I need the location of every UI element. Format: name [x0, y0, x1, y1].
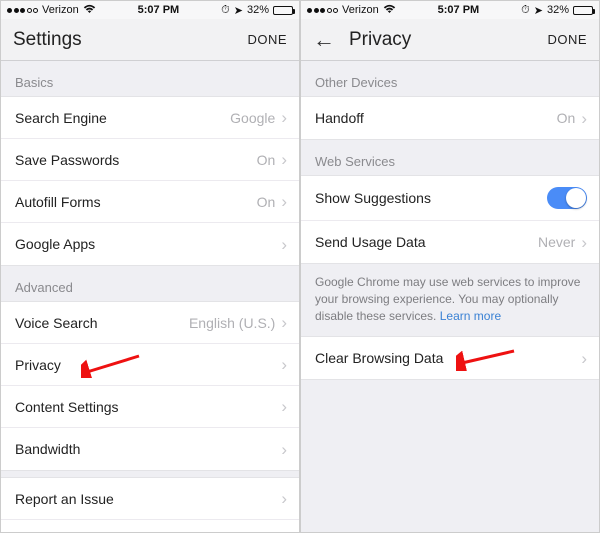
status-time: 5:07 PM: [138, 4, 180, 16]
row-google-chrome[interactable]: Google Chrome ›: [1, 520, 299, 533]
chevron-right-icon: ›: [281, 314, 287, 331]
page-title: Privacy: [349, 29, 411, 51]
row-clear-browsing-data[interactable]: Clear Browsing Data ›: [301, 337, 599, 379]
row-report-issue[interactable]: Report an Issue ›: [1, 478, 299, 520]
page-title: Settings: [13, 29, 82, 51]
wifi-icon: [383, 4, 396, 17]
status-bar: Verizon 5:07 PM ⏱ ➤ 32%: [1, 1, 299, 19]
chevron-right-icon: ›: [581, 350, 587, 367]
row-search-engine[interactable]: Search Engine Google ›: [1, 97, 299, 139]
row-value: English (U.S.): [189, 315, 275, 331]
chevron-right-icon: ›: [281, 398, 287, 415]
row-content-settings[interactable]: Content Settings ›: [1, 386, 299, 428]
row-show-suggestions[interactable]: Show Suggestions: [301, 176, 599, 221]
row-label: Report an Issue: [15, 491, 281, 507]
wifi-icon: [83, 4, 96, 17]
row-label: Privacy: [15, 357, 281, 373]
row-value: On: [257, 152, 276, 168]
row-send-usage-data[interactable]: Send Usage Data Never ›: [301, 221, 599, 263]
carrier-label: Verizon: [342, 4, 379, 16]
alarm-icon: ⏱: [521, 4, 530, 17]
row-label: Clear Browsing Data: [315, 350, 581, 366]
section-header-web-services: Web Services: [301, 140, 599, 175]
carrier-label: Verizon: [42, 4, 79, 16]
row-handoff[interactable]: Handoff On ›: [301, 97, 599, 139]
row-bandwidth[interactable]: Bandwidth ›: [1, 428, 299, 470]
row-value: On: [257, 194, 276, 210]
battery-pct: 32%: [247, 4, 269, 16]
row-label: Voice Search: [15, 315, 189, 331]
row-voice-search[interactable]: Voice Search English (U.S.) ›: [1, 302, 299, 344]
done-button[interactable]: DONE: [547, 32, 587, 47]
row-label: Send Usage Data: [315, 234, 538, 250]
section-header-advanced: Advanced: [1, 266, 299, 301]
row-save-passwords[interactable]: Save Passwords On ›: [1, 139, 299, 181]
chevron-right-icon: ›: [281, 109, 287, 126]
chevron-right-icon: ›: [281, 236, 287, 253]
row-privacy[interactable]: Privacy ›: [1, 344, 299, 386]
chevron-right-icon: ›: [281, 193, 287, 210]
row-label: Search Engine: [15, 110, 230, 126]
row-value: Google: [230, 110, 275, 126]
chevron-right-icon: ›: [281, 151, 287, 168]
nav-bar-privacy: ← Privacy DONE: [301, 19, 599, 61]
row-label: Save Passwords: [15, 152, 257, 168]
row-label: Content Settings: [15, 399, 281, 415]
row-label: Show Suggestions: [315, 190, 547, 206]
alarm-icon: ⏱: [221, 4, 230, 17]
web-services-info: Google Chrome may use web services to im…: [301, 264, 599, 336]
battery-icon: [573, 6, 593, 15]
row-autofill-forms[interactable]: Autofill Forms On ›: [1, 181, 299, 223]
location-icon: ➤: [234, 4, 243, 17]
row-label: Handoff: [315, 110, 557, 126]
battery-pct: 32%: [547, 4, 569, 16]
done-button[interactable]: DONE: [247, 32, 287, 47]
signal-dots-icon: [7, 8, 38, 13]
signal-dots-icon: [307, 8, 338, 13]
chevron-right-icon: ›: [581, 110, 587, 127]
chevron-right-icon: ›: [281, 490, 287, 507]
row-label: Autofill Forms: [15, 194, 257, 210]
back-button[interactable]: ←: [313, 29, 335, 51]
row-value: On: [557, 110, 576, 126]
row-label: Google Apps: [15, 236, 281, 252]
settings-screen: Verizon 5:07 PM ⏱ ➤ 32% Settings DONE Ba…: [0, 0, 300, 533]
chevron-right-icon: ›: [581, 234, 587, 251]
row-google-apps[interactable]: Google Apps ›: [1, 223, 299, 265]
learn-more-link[interactable]: Learn more: [440, 309, 501, 323]
battery-icon: [273, 6, 293, 15]
status-bar: Verizon 5:07 PM ⏱ ➤ 32%: [301, 1, 599, 19]
status-time: 5:07 PM: [438, 4, 480, 16]
privacy-screen: Verizon 5:07 PM ⏱ ➤ 32% ← Privacy DONE O…: [300, 0, 600, 533]
section-header-basics: Basics: [1, 61, 299, 96]
toggle-switch[interactable]: [547, 187, 587, 209]
chevron-right-icon: ›: [281, 441, 287, 458]
row-label: Bandwidth: [15, 441, 281, 457]
row-value: Never: [538, 234, 575, 250]
chevron-right-icon: ›: [281, 356, 287, 373]
nav-bar-settings: Settings DONE: [1, 19, 299, 61]
section-header-other-devices: Other Devices: [301, 61, 599, 96]
location-icon: ➤: [534, 4, 543, 17]
